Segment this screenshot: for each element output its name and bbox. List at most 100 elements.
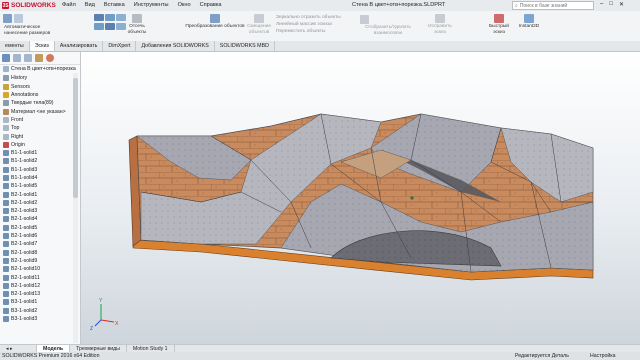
tree-item[interactable]: B3-1-solid1 bbox=[0, 298, 80, 306]
tab-mbd[interactable]: SOLIDWORKS MBD bbox=[215, 41, 275, 51]
tree-item[interactable]: B2-1-solid9 bbox=[0, 257, 80, 265]
close-icon[interactable]: ✕ bbox=[619, 1, 624, 8]
tree-item[interactable]: B2-1-solid8 bbox=[0, 249, 80, 257]
tree-item[interactable]: B2-1-solid4 bbox=[0, 215, 80, 223]
sketch-icon[interactable] bbox=[3, 14, 12, 23]
rectangle-icon[interactable] bbox=[105, 14, 115, 21]
menu-insert[interactable]: Вставка bbox=[104, 2, 125, 8]
tree-item[interactable]: B2-1-solid13 bbox=[0, 290, 80, 298]
tree-item[interactable]: B2-1-solid12 bbox=[0, 282, 80, 290]
tree-item[interactable]: B3-1-solid3 bbox=[0, 315, 80, 323]
mirror-button[interactable]: Зеркально отразить объекты bbox=[276, 14, 341, 21]
menu-help[interactable]: Справка bbox=[200, 2, 222, 8]
tree-item[interactable]: B1-1-solid4 bbox=[0, 174, 80, 182]
tree-item-label: B2-1-solid9 bbox=[11, 257, 38, 264]
maximize-icon[interactable]: □ bbox=[609, 1, 613, 8]
axis-label-y: Y bbox=[99, 298, 103, 304]
tree-item[interactable]: Front bbox=[0, 116, 80, 124]
body-icon bbox=[3, 166, 9, 173]
tree-item[interactable]: B2-1-solid11 bbox=[0, 273, 80, 281]
tree-item-label: Origin bbox=[11, 141, 25, 148]
tree-scrollbar-thumb[interactable] bbox=[73, 78, 78, 198]
relations-icon[interactable] bbox=[360, 15, 369, 24]
display-relations-button[interactable]: Отобразить/Удалить взаимосвязи bbox=[356, 25, 420, 36]
move-entities-button[interactable]: Переместить объекты bbox=[276, 28, 341, 35]
tree-item[interactable]: B2-1-solid3 bbox=[0, 207, 80, 215]
feature-manager-tab-icon[interactable] bbox=[2, 54, 10, 62]
tree-item[interactable]: Annotations bbox=[0, 91, 80, 99]
tree-item[interactable]: Right bbox=[0, 132, 80, 140]
menu-window[interactable]: Окно bbox=[178, 2, 191, 8]
logo-text: SOLIDWORKS bbox=[11, 2, 56, 9]
tree-item[interactable]: B3-1-solid2 bbox=[0, 307, 80, 315]
tree-item[interactable]: B1-1-solid1 bbox=[0, 149, 80, 157]
tree-item[interactable]: B1-1-solid3 bbox=[0, 166, 80, 174]
body-icon bbox=[3, 307, 9, 314]
tab-evaluate[interactable]: Анализировать bbox=[55, 41, 104, 51]
tree-item-label: B1-1-solid2 bbox=[11, 158, 38, 165]
display-manager-tab-icon[interactable] bbox=[46, 54, 54, 62]
tree-item[interactable]: B2-1-solid7 bbox=[0, 240, 80, 248]
quick-snaps-button[interactable]: Быстрый эскиз bbox=[485, 14, 513, 35]
search-box[interactable]: ⌕ Поиск в базе знаний bbox=[512, 1, 594, 10]
plane-icon bbox=[3, 116, 9, 123]
repair-sketch-button[interactable]: Исправить эскиз bbox=[425, 14, 455, 35]
autodim-button[interactable]: Автоматическое нанесение размеров bbox=[4, 25, 64, 36]
status-settings[interactable]: Настройка bbox=[590, 353, 616, 359]
tree-item[interactable]: Материал <не указан> bbox=[0, 107, 80, 115]
tab-dimxpert[interactable]: DimXpert bbox=[103, 41, 137, 51]
linear-pattern-button[interactable]: Линейный массив эскиза bbox=[276, 21, 341, 28]
part-icon bbox=[3, 66, 9, 73]
tree-item[interactable]: Твердые тела(89) bbox=[0, 99, 80, 107]
tab-sketch[interactable]: Эскиз bbox=[29, 41, 55, 51]
tree-item[interactable]: Sensors bbox=[0, 83, 80, 91]
configuration-manager-tab-icon[interactable] bbox=[24, 54, 32, 62]
status-bar: SOLIDWORKS Premium 2016 x64 Edition Реда… bbox=[0, 352, 640, 360]
tree-item-label: B1-1-solid3 bbox=[11, 166, 38, 173]
circle-icon[interactable] bbox=[94, 23, 104, 30]
tab-addins[interactable]: Добавления SOLIDWORKS bbox=[136, 41, 215, 51]
instant2d-label: Instant2D bbox=[518, 24, 540, 29]
tree-item[interactable]: Origin bbox=[0, 141, 80, 149]
tree-item[interactable]: B2-1-solid6 bbox=[0, 232, 80, 240]
offset-icon bbox=[254, 14, 264, 23]
tree-item-label: Материал <не указан> bbox=[11, 108, 66, 115]
tree-item[interactable]: B2-1-solid1 bbox=[0, 190, 80, 198]
instant2d-button[interactable]: Instant2D bbox=[515, 14, 543, 30]
tree-item[interactable]: Top bbox=[0, 124, 80, 132]
tab-features[interactable]: ементы bbox=[0, 41, 30, 51]
solidworks-logo[interactable]: 3S SOLIDWORKS bbox=[2, 1, 56, 10]
menu-view[interactable]: Вид bbox=[85, 2, 95, 8]
tree-item[interactable]: B2-1-solid5 bbox=[0, 224, 80, 232]
axis-label-z: Z bbox=[90, 326, 93, 332]
tree-item[interactable]: B2-1-solid2 bbox=[0, 199, 80, 207]
property-manager-tab-icon[interactable] bbox=[13, 54, 21, 62]
tree-item[interactable]: B1-1-solid2 bbox=[0, 157, 80, 165]
tree-item[interactable]: B1-1-solid5 bbox=[0, 182, 80, 190]
body-icon bbox=[3, 299, 9, 306]
offset-label: Смещение объектов bbox=[247, 24, 271, 35]
smart-dimension-icon[interactable] bbox=[14, 14, 23, 23]
menu-file[interactable]: Файл bbox=[62, 2, 76, 8]
tree-item-label: B2-1-solid10 bbox=[11, 266, 41, 273]
trim-button[interactable]: Отсечь объекты bbox=[124, 14, 150, 35]
tree-item-label: B2-1-solid13 bbox=[11, 291, 41, 298]
tree-item-label: B2-1-solid7 bbox=[11, 241, 38, 248]
minimize-icon[interactable]: – bbox=[600, 1, 603, 8]
arc-icon[interactable] bbox=[105, 23, 115, 30]
line-icon[interactable] bbox=[94, 14, 104, 21]
tree-item-label: B2-1-solid3 bbox=[11, 208, 38, 215]
convert-entities-button[interactable]: Преобразование объектов bbox=[185, 14, 245, 30]
tree-list: History Sensors Annotations Твердые тела(89… bbox=[0, 73, 80, 323]
dimxpert-manager-tab-icon[interactable] bbox=[35, 54, 43, 62]
tree-root[interactable]: Стена В цвет+отв+порезка bbox=[0, 65, 80, 73]
view-triad: Y X Z bbox=[90, 298, 119, 332]
tree-item-label: Right bbox=[11, 133, 24, 140]
tree-item[interactable]: History bbox=[0, 74, 80, 82]
graphics-area[interactable]: Y X Z bbox=[81, 52, 640, 348]
plane-icon bbox=[3, 125, 9, 132]
repair-icon bbox=[435, 14, 445, 23]
offset-entities-button[interactable]: Смещение объектов bbox=[246, 14, 272, 35]
menu-tools[interactable]: Инструменты bbox=[134, 2, 169, 8]
tree-item[interactable]: B2-1-solid10 bbox=[0, 265, 80, 273]
